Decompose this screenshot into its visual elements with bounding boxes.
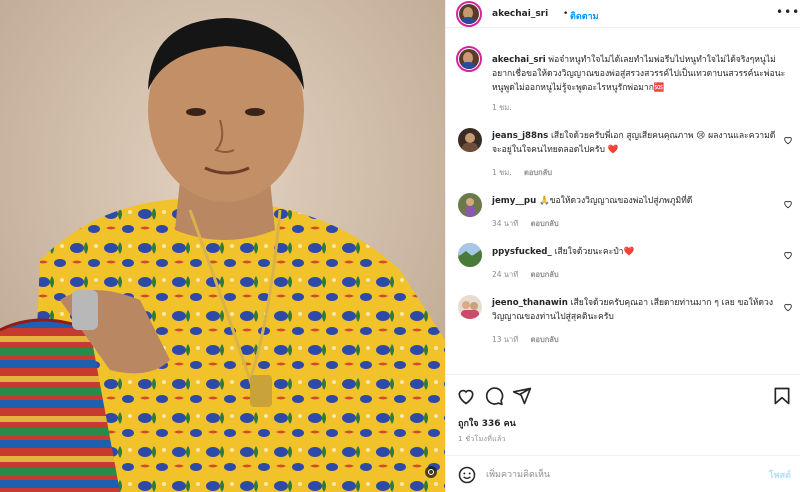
comment-avatar[interactable]	[458, 193, 482, 217]
comment-icon[interactable]	[484, 386, 504, 406]
post-header: akechai_sri • ติดตาม •••	[446, 0, 800, 28]
comment-time: 34 นาที	[492, 219, 519, 228]
comment: ppysfucked_ เสียใจด้วยนะคะป๋า❤️	[492, 245, 777, 259]
header-username[interactable]: akechai_sri	[492, 9, 548, 19]
comment-meta: 1 ชม. ตอบกลับ	[492, 167, 562, 179]
reply-button[interactable]: ตอบกลับ	[524, 168, 552, 177]
comment-username[interactable]: ppysfucked_	[492, 247, 552, 257]
heart-icon[interactable]	[783, 199, 793, 209]
paper-plane-icon[interactable]	[512, 386, 532, 406]
comment-time: 24 นาที	[492, 270, 519, 279]
add-comment-bar: โพสต์	[446, 455, 800, 492]
caption-time: 1 ชม.	[492, 103, 512, 112]
caption-meta: 1 ชม.	[492, 102, 522, 114]
post-side-panel: akechai_sri • ติดตาม ••• akechai_sri พ่อ…	[445, 0, 800, 492]
comment-time: 13 นาที	[492, 335, 519, 344]
reply-button[interactable]: ตอบกลับ	[531, 270, 559, 279]
comment: jeans_j88ns เสียใจด้วยครับพี่เอก สูญเสีย…	[492, 129, 777, 157]
like-heart-icon[interactable]	[456, 386, 476, 406]
comment-username[interactable]: jeeno_thanawin	[492, 298, 568, 308]
follow-button[interactable]: ติดตาม	[570, 9, 599, 23]
comment-username[interactable]: jemy__pu	[492, 196, 536, 206]
comment-text: 🙏ขอให้ดวงวิญญาณของพ่อไปสู่ภพภูมิที่ดี	[538, 196, 693, 206]
caption-avatar[interactable]	[456, 46, 482, 72]
avatar-photo-icon	[461, 301, 479, 319]
separator-dot: •	[563, 9, 569, 19]
comment-avatar[interactable]	[458, 243, 482, 267]
heart-icon[interactable]	[783, 302, 793, 312]
post-button[interactable]: โพสต์	[769, 468, 791, 482]
heart-icon[interactable]	[783, 250, 793, 260]
comment-avatar[interactable]	[458, 295, 482, 319]
avatar-photo-icon	[465, 198, 475, 217]
comment-input[interactable]	[486, 464, 746, 486]
comment-time: 1 ชม.	[492, 168, 512, 177]
comment-meta: 34 นาที ตอบกลับ	[492, 218, 569, 230]
avatar-photo-icon	[458, 243, 482, 267]
comment: jeeno_thanawin เสียใจด้วยครับคุณอา เสียด…	[492, 296, 777, 324]
posted-ago[interactable]: 1 ชั่วโมงที่แล้ว	[458, 434, 506, 445]
reply-button[interactable]: ตอบกลับ	[531, 335, 559, 344]
caption-username[interactable]: akechai_sri	[492, 55, 546, 65]
bookmark-icon[interactable]	[772, 386, 792, 406]
smiley-icon[interactable]	[458, 466, 476, 484]
post-photo[interactable]	[0, 0, 445, 492]
comment-meta: 24 นาที ตอบกลับ	[492, 269, 569, 281]
avatar-photo-icon	[462, 133, 478, 152]
comment: jemy__pu 🙏ขอให้ดวงวิญญาณของพ่อไปสู่ภพภูม…	[492, 194, 777, 208]
caption: akechai_sri พ่อจ๋าหนูทำใจไม่ได้เลยทำไมพ่…	[492, 53, 792, 95]
avatar[interactable]	[456, 1, 482, 27]
comment-meta: 13 นาที ตอบกลับ	[492, 334, 569, 346]
tag-icon[interactable]	[425, 466, 437, 478]
comment-text: เสียใจด้วยนะคะป๋า❤️	[554, 247, 635, 257]
more-icon[interactable]: •••	[776, 5, 800, 19]
comment-avatar[interactable]	[458, 128, 482, 152]
heart-icon[interactable]	[783, 135, 793, 145]
post-image	[0, 0, 445, 492]
likes-count[interactable]: ถูกใจ 336 คน	[458, 416, 516, 430]
reply-button[interactable]: ตอบกลับ	[531, 219, 559, 228]
comment-username[interactable]: jeans_j88ns	[492, 131, 548, 141]
